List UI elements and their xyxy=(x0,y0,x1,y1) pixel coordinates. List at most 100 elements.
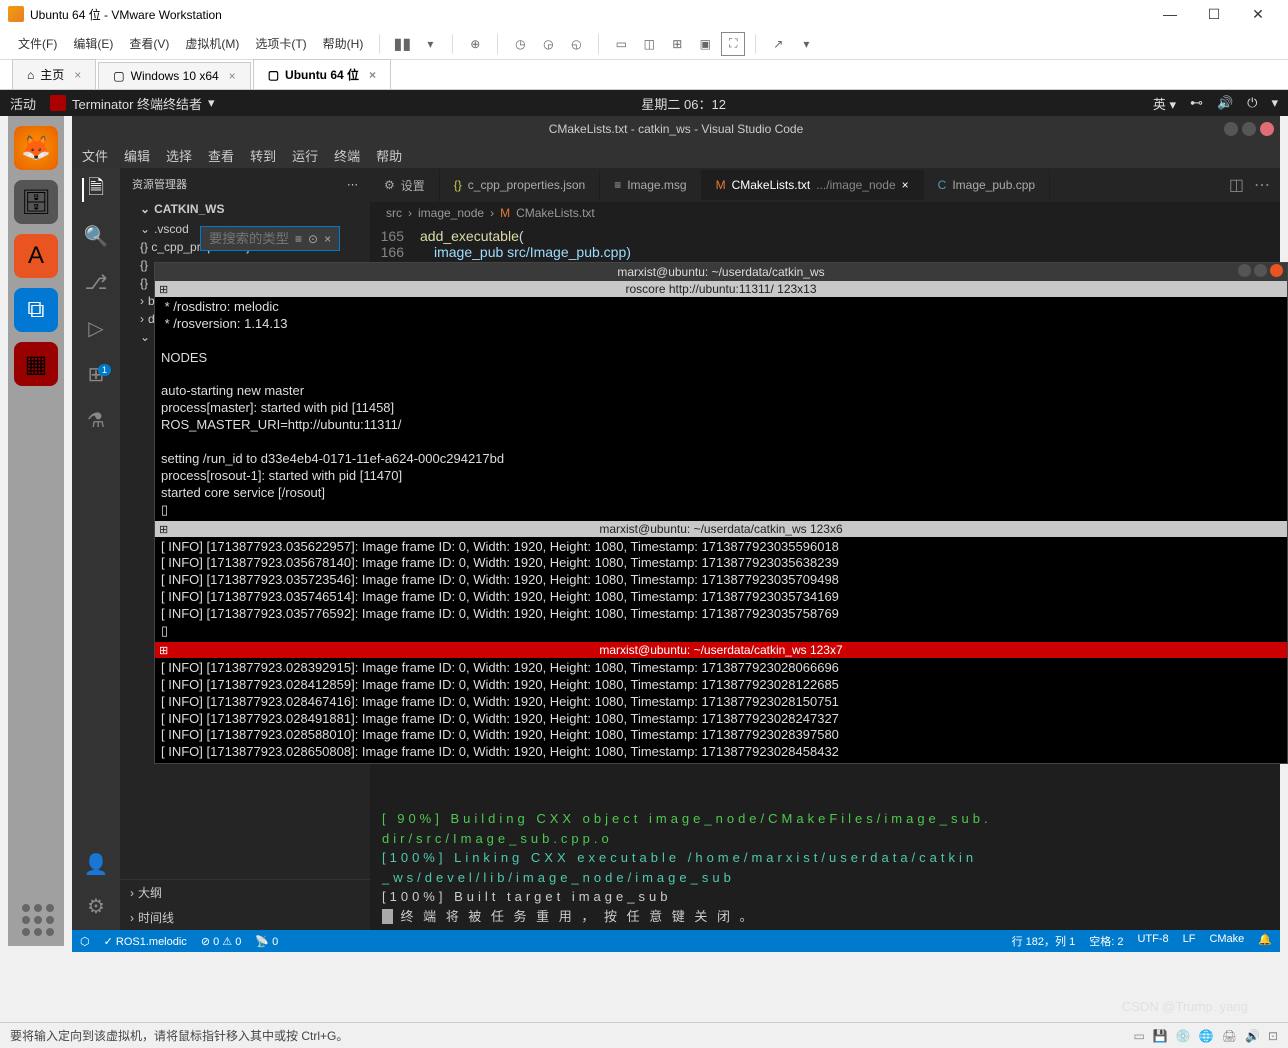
toolbar-dropdown2-icon[interactable]: ▾ xyxy=(794,32,818,56)
layout-icon4[interactable]: ▣ xyxy=(693,32,717,56)
tab-win10[interactable]: ▢ Windows 10 x64 × xyxy=(98,62,250,89)
minimize-button[interactable] xyxy=(1224,122,1238,136)
menu-vm[interactable]: 虚拟机(M) xyxy=(179,31,245,56)
volume-icon[interactable]: 🔊 xyxy=(1217,95,1233,111)
close-button[interactable]: ✕ xyxy=(1236,0,1280,28)
menu-view[interactable]: 查看 xyxy=(208,146,234,165)
snapshot-revert-icon[interactable]: ◵ xyxy=(564,32,588,56)
flask-icon[interactable]: ⚗ xyxy=(84,408,108,432)
close-icon[interactable]: × xyxy=(229,69,236,83)
status-spaces[interactable]: 空格: 2 xyxy=(1089,933,1123,949)
layout-icon[interactable]: ▭ xyxy=(609,32,633,56)
minimize-button[interactable] xyxy=(1238,264,1251,277)
status-ports[interactable]: 📡 0 xyxy=(255,935,278,948)
close-button[interactable] xyxy=(1260,122,1274,136)
regex-icon[interactable]: ⊙ xyxy=(308,232,318,246)
remote-icon[interactable]: ⬡ xyxy=(80,935,90,948)
timeline-panel[interactable]: › 时间线 xyxy=(120,905,370,930)
device-icon[interactable]: 💿 xyxy=(1176,1029,1191,1043)
device-icon[interactable]: 💾 xyxy=(1153,1029,1168,1043)
pause-icon[interactable]: ▮▮ xyxy=(390,32,414,56)
code-editor[interactable]: 165 add_executable( 166 image_pub src/Im… xyxy=(370,224,1280,264)
status-lncol[interactable]: 行 182，列 1 xyxy=(1012,933,1076,949)
tab-ccpp[interactable]: {}c_cpp_properties.json xyxy=(440,170,600,200)
menu-tabs[interactable]: 选项卡(T) xyxy=(249,31,312,56)
snapshot-manage-icon[interactable]: ◶ xyxy=(536,32,560,56)
menu-select[interactable]: 选择 xyxy=(166,146,192,165)
dock-files[interactable]: 🗄 xyxy=(14,180,58,224)
dock-terminator[interactable]: ▦ xyxy=(14,342,58,386)
device-icon[interactable]: 🌐 xyxy=(1199,1029,1214,1043)
terminal-pane2[interactable]: [ INFO] [1713877923.035622957]: Image fr… xyxy=(155,537,1287,642)
close-icon[interactable]: × xyxy=(902,178,909,192)
close-icon[interactable]: × xyxy=(74,68,81,82)
maximize-button[interactable] xyxy=(1242,122,1256,136)
tab-imagepub[interactable]: CImage_pub.cpp xyxy=(924,170,1050,200)
filter-icon[interactable]: ≡ xyxy=(295,232,302,246)
toolbar-dropdown-icon[interactable]: ▾ xyxy=(418,32,442,56)
power-icon[interactable]: ⏻ xyxy=(1247,95,1257,111)
debug-icon[interactable]: ▷ xyxy=(84,316,108,340)
dock-software[interactable]: A xyxy=(14,234,58,278)
app-menu[interactable]: Terminator 终端终结者 ▾ xyxy=(50,94,215,113)
account-icon[interactable]: 👤 xyxy=(84,852,108,876)
ime-indicator[interactable]: 英 ▾ xyxy=(1153,94,1176,113)
terminal-pane1[interactable]: * /rosdistro: melodic * /rosversion: 1.1… xyxy=(155,297,1287,521)
dock-vscode[interactable]: ⧉ xyxy=(14,288,58,332)
device-icon[interactable]: 🖨 xyxy=(1222,1029,1237,1043)
tab-settings[interactable]: ⚙设置 xyxy=(370,169,440,202)
tab-home[interactable]: ⌂ 主页 × xyxy=(12,59,96,89)
status-ros[interactable]: ✓ ROS1.melodic xyxy=(104,935,187,948)
menu-help[interactable]: 帮助(H) xyxy=(317,31,370,56)
layout-icon2[interactable]: ◫ xyxy=(637,32,661,56)
menu-view[interactable]: 查看(V) xyxy=(123,31,175,56)
extensions-icon[interactable]: ⊞1 xyxy=(84,362,108,386)
tab-ubuntu[interactable]: ▢ Ubuntu 64 位 × xyxy=(253,59,391,89)
gear-icon[interactable]: ⚙ xyxy=(84,894,108,918)
tree-root[interactable]: ⌄ CATKIN_WS xyxy=(120,200,370,218)
search-icon[interactable]: 🔍 xyxy=(84,224,108,248)
breadcrumb[interactable]: src › image_node › M CMakeLists.txt xyxy=(370,202,1280,224)
menu-edit[interactable]: 编辑 xyxy=(124,146,150,165)
menu-file[interactable]: 文件 xyxy=(82,146,108,165)
device-icon[interactable]: ▭ xyxy=(1134,1029,1145,1043)
tab-imagemsg[interactable]: ≡Image.msg xyxy=(600,170,701,200)
send-keys-icon[interactable]: ⊕ xyxy=(463,32,487,56)
layout-icon3[interactable]: ⊞ xyxy=(665,32,689,56)
search-type-input[interactable] xyxy=(209,231,289,246)
close-icon[interactable]: × xyxy=(369,68,376,82)
outline-panel[interactable]: › 大纲 xyxy=(120,880,370,905)
split-editor-icon[interactable]: ◫ xyxy=(1229,175,1244,195)
more-icon[interactable]: ⋯ xyxy=(347,178,358,191)
explorer-icon[interactable]: 🗎 xyxy=(82,178,106,202)
tab-cmake[interactable]: MCMakeLists.txt .../image_node × xyxy=(702,170,924,200)
fullscreen-icon[interactable]: ⛶ xyxy=(721,32,745,56)
status-lang[interactable]: CMake xyxy=(1209,933,1244,949)
network-icon[interactable]: ⊷ xyxy=(1190,95,1203,111)
status-encoding[interactable]: UTF-8 xyxy=(1137,933,1168,949)
minimize-button[interactable]: — xyxy=(1148,0,1192,28)
source-control-icon[interactable]: ⎇ xyxy=(84,270,108,294)
maximize-button[interactable] xyxy=(1254,264,1267,277)
menu-run[interactable]: 运行 xyxy=(292,146,318,165)
menu-file[interactable]: 文件(F) xyxy=(12,31,63,56)
chevron-down-icon[interactable]: ▾ xyxy=(1271,95,1278,111)
unity-icon[interactable]: ↗ xyxy=(766,32,790,56)
device-icon[interactable]: 🔊 xyxy=(1245,1029,1260,1043)
close-button[interactable] xyxy=(1270,264,1283,277)
show-apps-icon[interactable] xyxy=(22,904,54,936)
menu-help[interactable]: 帮助 xyxy=(376,146,402,165)
close-icon[interactable]: × xyxy=(324,232,331,246)
dock-firefox[interactable]: 🦊 xyxy=(14,126,58,170)
device-icon[interactable]: ⊡ xyxy=(1268,1029,1278,1043)
menu-go[interactable]: 转到 xyxy=(250,146,276,165)
activities-button[interactable]: 活动 xyxy=(10,94,36,113)
menu-edit[interactable]: 编辑(E) xyxy=(67,31,119,56)
more-icon[interactable]: ⋯ xyxy=(1254,175,1270,195)
snapshot-icon[interactable]: ◷ xyxy=(508,32,532,56)
menu-terminal[interactable]: 终端 xyxy=(334,146,360,165)
clock[interactable]: 星期二 06：12 xyxy=(215,94,1153,113)
terminal-pane3[interactable]: [ INFO] [1713877923.028392915]: Image fr… xyxy=(155,658,1287,763)
maximize-button[interactable]: ☐ xyxy=(1192,0,1236,28)
status-eol[interactable]: LF xyxy=(1183,933,1196,949)
